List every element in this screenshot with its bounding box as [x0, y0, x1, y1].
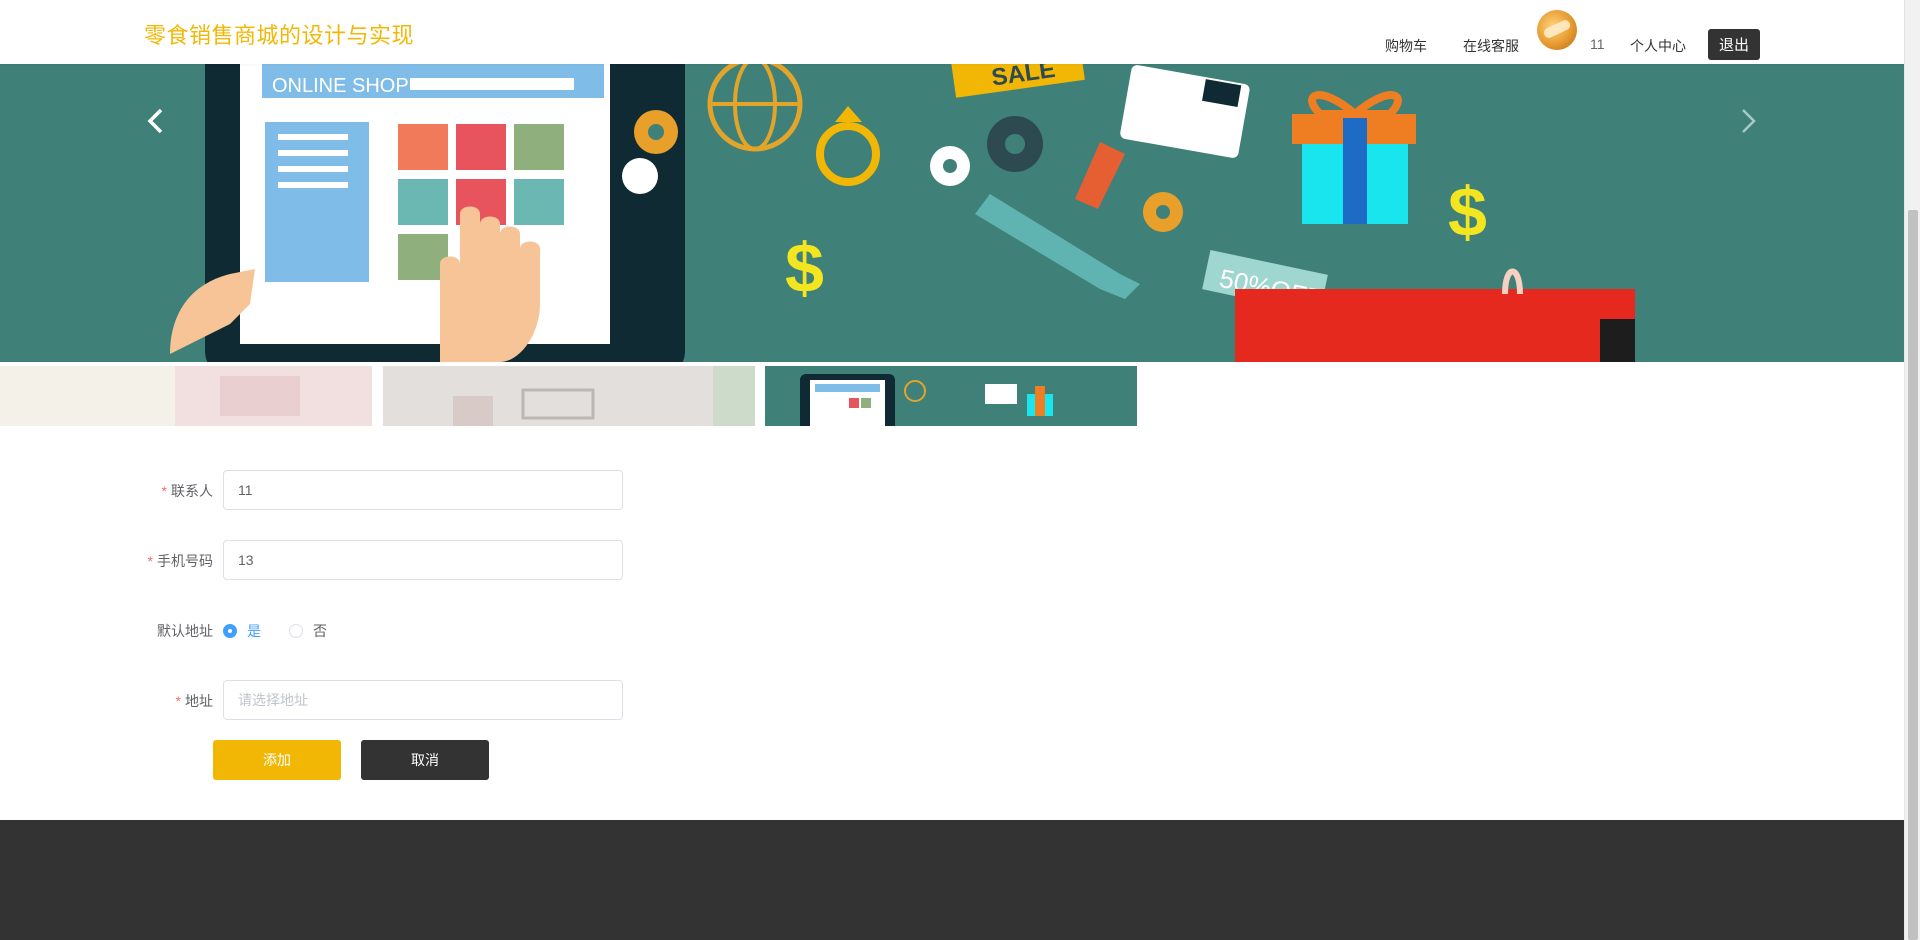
thumbnail-2-image — [383, 366, 755, 426]
carousel-prev-arrow[interactable] — [136, 101, 176, 141]
radio-no[interactable]: 否 — [289, 621, 327, 641]
contact-label-text: 联系人 — [171, 483, 213, 499]
page-scrollbar[interactable] — [1904, 0, 1920, 940]
cancel-button[interactable]: 取消 — [361, 740, 489, 780]
address-input[interactable] — [223, 680, 623, 720]
radio-yes-label: 是 — [247, 623, 261, 639]
phone-label-text: 手机号码 — [157, 553, 213, 569]
carousel-thumbnails — [0, 366, 1904, 426]
phone-label: * 手机号码 — [147, 553, 213, 569]
nav-service-link[interactable]: 在线客服 — [1463, 36, 1519, 56]
top-header: 零食销售商城的设计与实现 购物车 在线客服 11 个人中心 退出 — [0, 0, 1904, 64]
radio-yes[interactable]: 是 — [223, 621, 261, 641]
username-label: 11 — [1590, 36, 1605, 52]
radio-no-label: 否 — [313, 623, 327, 639]
radio-no-dot — [289, 624, 303, 638]
thumbnail-3-image — [765, 366, 1137, 426]
form-row-phone: * 手机号码 — [0, 540, 700, 580]
online-shop-text: ONLINE SHOP — [272, 75, 409, 97]
carousel-next-arrow[interactable] — [1728, 101, 1768, 141]
add-button[interactable]: 添加 — [213, 740, 341, 780]
nav-cart-link[interactable]: 购物车 — [1385, 36, 1427, 56]
dollar-sign-2: $ — [1448, 173, 1487, 251]
form-row-address: * 地址 — [0, 680, 700, 720]
banner-illustration: ONLINE SHOP $ $ SALE 50%OFF — [170, 64, 1635, 362]
banner-carousel: ONLINE SHOP $ $ SALE 50%OFF — [0, 64, 1904, 362]
page-footer — [0, 820, 1904, 940]
site-title[interactable]: 零食销售商城的设计与实现 — [144, 18, 414, 50]
nav-profile-link[interactable]: 个人中心 — [1630, 36, 1686, 56]
phone-input[interactable] — [223, 540, 623, 580]
default-address-label: 默认地址 — [157, 623, 213, 639]
address-label-text: 地址 — [185, 693, 213, 709]
user-avatar[interactable] — [1537, 10, 1577, 50]
scrollbar-thumb[interactable] — [1908, 210, 1918, 940]
default-address-radio-group: 是 否 — [223, 621, 355, 641]
contact-label: * 联系人 — [161, 483, 213, 499]
radio-yes-dot — [223, 624, 237, 638]
contact-input[interactable] — [223, 470, 623, 510]
chevron-right-icon — [1742, 109, 1756, 133]
thumbnail-2[interactable] — [383, 366, 755, 426]
form-row-contact: * 联系人 — [0, 470, 700, 510]
thumbnail-1-image — [0, 366, 372, 426]
form-row-default-address: 默认地址 是 否 — [0, 610, 700, 650]
address-label: * 地址 — [175, 693, 213, 709]
thumbnail-1[interactable] — [0, 366, 372, 426]
dollar-sign-1: $ — [785, 229, 824, 307]
chevron-left-icon — [147, 108, 163, 134]
logout-button[interactable]: 退出 — [1708, 29, 1760, 60]
thumbnail-3-active[interactable] — [765, 366, 1137, 426]
